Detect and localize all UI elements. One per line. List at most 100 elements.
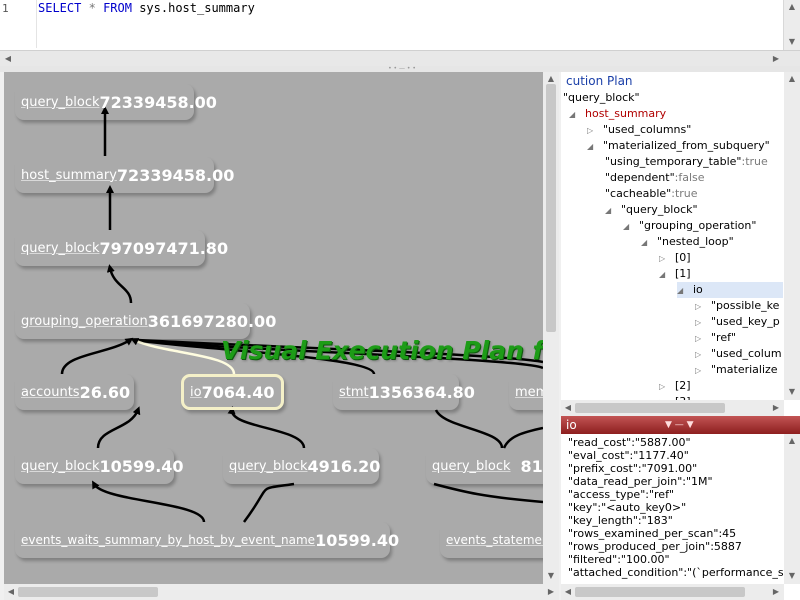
tree-node[interactable]: ◢ "query_block" xyxy=(605,202,698,218)
node-label: mem xyxy=(515,384,543,400)
expand-arrow-icon[interactable]: ▷ xyxy=(695,315,705,331)
collapse-arrow-icon[interactable]: ◢ xyxy=(569,107,579,123)
canvas-horizontal-scrollbar[interactable]: ◀ ▶ xyxy=(4,584,559,600)
scroll-thumb[interactable] xyxy=(18,587,158,597)
node-accounts[interactable]: accounts 26.60 xyxy=(15,374,134,410)
tree-node-label: "query_block" xyxy=(563,91,640,104)
property-row: "data_read_per_join":"1M" xyxy=(568,475,713,488)
node-io-selected[interactable]: io 7064.40 xyxy=(181,374,284,410)
scroll-down-arrow-icon[interactable]: ▼ xyxy=(545,570,557,582)
node-query-block-mid[interactable]: query_block 797097471.80 xyxy=(15,230,228,266)
tree-vertical-scrollbar[interactable]: ▲ ▼ xyxy=(784,72,800,400)
collapse-arrow-icon[interactable]: ◢ xyxy=(641,235,651,251)
scroll-right-arrow-icon[interactable]: ▶ xyxy=(770,586,782,598)
tree-node[interactable]: ◢ [1] xyxy=(659,266,691,282)
node-query-block-c[interactable]: query_block 819 xyxy=(426,448,543,484)
scroll-up-arrow-icon[interactable]: ▲ xyxy=(786,1,798,13)
edge-qb-c-to-stmt xyxy=(434,409,504,449)
node-events-waits-summary[interactable]: events_waits_summary_by_host_by_event_na… xyxy=(15,522,399,558)
sql-editor[interactable]: 1 SELECT * FROM sys.host_summary ▲ ▼ ◀ ▶ xyxy=(0,0,800,68)
collapse-arrow-icon[interactable]: ◢ xyxy=(677,283,687,299)
tree-node-label: "possible_ke xyxy=(711,299,780,312)
tree-node[interactable]: ◢ "nested_loop" xyxy=(641,234,734,250)
property-row: "read_cost":"5887.00" xyxy=(568,436,691,449)
scroll-thumb[interactable] xyxy=(575,587,745,597)
property-row: "prefix_cost":"7091.00" xyxy=(568,462,698,475)
scroll-up-arrow-icon[interactable]: ▲ xyxy=(786,435,798,447)
collapse-arrow-icon[interactable]: ◢ xyxy=(605,203,615,219)
edge-accounts-to-grouping xyxy=(60,337,134,375)
edge-qb-a-to-accounts xyxy=(96,406,141,449)
expand-arrow-icon[interactable]: ▷ xyxy=(659,251,669,267)
node-host-summary[interactable]: host_summary 72339458.00 xyxy=(15,157,234,193)
node-cost: 26.60 xyxy=(79,382,131,402)
tree-node[interactable]: ◢ io xyxy=(677,282,783,298)
property-row: "attached_condition":"(`performance_sche xyxy=(568,566,784,579)
expand-arrow-icon[interactable]: ▷ xyxy=(659,379,669,395)
node-label: query_block xyxy=(21,94,100,110)
property-row: "eval_cost":"1177.40" xyxy=(568,449,689,462)
scroll-thumb[interactable] xyxy=(575,403,725,413)
editor-vertical-scrollbar[interactable]: ▲ ▼ xyxy=(783,0,800,50)
expand-arrow-icon[interactable]: ▷ xyxy=(695,363,705,379)
node-query-block-a[interactable]: query_block 10599.40 xyxy=(15,448,184,484)
tree-node[interactable]: ▷ "used_key_p xyxy=(695,314,780,330)
tree-node[interactable]: "using_temporary_table":true xyxy=(605,154,768,170)
tree-node[interactable]: ◢ "grouping_operation" xyxy=(623,218,756,234)
plan-json-tree[interactable]: "query_block" ◢ host_summary ▷ "used_columns… xyxy=(561,90,783,400)
node-query-block-b[interactable]: query_block 4916.20 xyxy=(223,448,380,484)
scroll-right-arrow-icon[interactable]: ▶ xyxy=(770,402,782,414)
tree-node-label: [0] xyxy=(675,251,691,264)
visual-plan-canvas[interactable]: query_block 72339458.00 host_summary 723… xyxy=(4,72,543,584)
tree-node[interactable]: ▷ "materialize xyxy=(695,362,778,378)
expand-arrow-icon[interactable]: ▷ xyxy=(587,123,597,139)
tree-node[interactable]: ▷ "used_columns" xyxy=(587,122,691,138)
scroll-left-arrow-icon[interactable]: ◀ xyxy=(562,586,574,598)
tree-horizontal-scrollbar[interactable]: ◀ ▶ xyxy=(561,400,784,416)
node-mem[interactable]: mem xyxy=(509,374,543,410)
collapse-arrow-icon[interactable]: ◢ xyxy=(587,139,597,155)
scroll-up-arrow-icon[interactable]: ▲ xyxy=(786,73,798,85)
tree-node[interactable]: ▷ "ref" xyxy=(695,330,736,346)
tree-node-label: "used_key_p xyxy=(711,315,780,328)
tree-node[interactable]: ◢ host_summary xyxy=(569,106,666,122)
detail-horizontal-scrollbar[interactable]: ◀ ▶ xyxy=(561,584,784,600)
detail-vertical-scrollbar[interactable]: ▲ ▼ xyxy=(784,434,800,584)
tree-node[interactable]: "cacheable":true xyxy=(605,186,698,202)
scroll-down-arrow-icon[interactable]: ▼ xyxy=(786,386,798,398)
tree-node[interactable]: ▷ [2] xyxy=(659,378,691,394)
node-stmt[interactable]: stmt 1356364.80 xyxy=(333,374,475,410)
scroll-right-arrow-icon[interactable]: ▶ xyxy=(545,586,557,598)
canvas-vertical-scrollbar[interactable]: ▲ ▼ xyxy=(543,72,559,584)
edge-events-waits-to-qb-a xyxy=(92,480,206,523)
detail-properties[interactable]: "read_cost":"5887.00" "eval_cost":"1177.4… xyxy=(561,434,784,584)
expand-arrow-icon[interactable]: ▷ xyxy=(695,347,705,363)
panel-options-icon[interactable]: ▼ — ▼ xyxy=(665,416,694,434)
scroll-left-arrow-icon[interactable]: ◀ xyxy=(2,53,14,65)
collapse-arrow-icon[interactable]: ◢ xyxy=(659,267,669,283)
tree-node-label: "nested_loop" xyxy=(657,235,734,248)
scroll-down-arrow-icon[interactable]: ▼ xyxy=(786,36,798,48)
tree-node-label: "materialize xyxy=(711,363,778,376)
node-events-statements[interactable]: events_statemen xyxy=(440,522,543,558)
node-grouping-operation[interactable]: grouping_operation 361697280.00 xyxy=(15,303,276,339)
tree-node[interactable]: "query_block" xyxy=(563,90,640,106)
tree-node[interactable]: ▷ [0] xyxy=(659,250,691,266)
sql-text[interactable]: SELECT * FROM sys.host_summary xyxy=(38,1,255,15)
tree-node[interactable]: "dependent":false xyxy=(605,170,705,186)
scroll-right-arrow-icon[interactable]: ▶ xyxy=(770,53,782,65)
node-cost: 797097471.80 xyxy=(99,238,229,258)
expand-arrow-icon[interactable]: ▷ xyxy=(695,299,705,315)
tree-node[interactable]: ▷ "possible_ke xyxy=(695,298,779,314)
collapse-arrow-icon[interactable]: ◢ xyxy=(623,219,633,235)
scroll-down-arrow-icon[interactable]: ▼ xyxy=(786,570,798,582)
node-label: accounts xyxy=(21,384,80,400)
tree-node[interactable]: ◢ "materialized_from_subquery" xyxy=(587,138,770,154)
scroll-thumb[interactable] xyxy=(546,84,556,332)
tree-node-label: "dependent" xyxy=(605,171,675,184)
scroll-left-arrow-icon[interactable]: ◀ xyxy=(562,402,574,414)
scroll-left-arrow-icon[interactable]: ◀ xyxy=(5,586,17,598)
expand-arrow-icon[interactable]: ▷ xyxy=(695,331,705,347)
node-query-block-top[interactable]: query_block 72339458.00 xyxy=(15,84,217,120)
tree-node[interactable]: ▷ "used_colum xyxy=(695,346,782,362)
